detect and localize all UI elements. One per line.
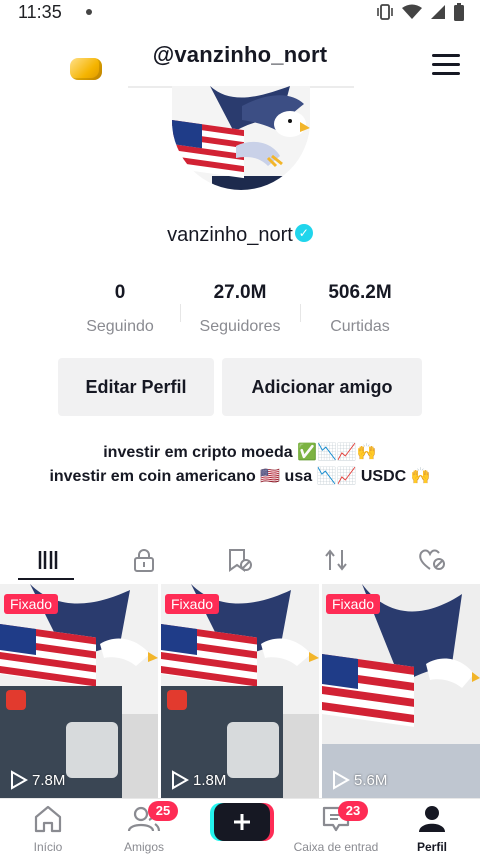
status-icons — [376, 3, 464, 21]
add-friend-button[interactable]: Adicionar amigo — [222, 358, 422, 416]
video-thumbnail[interactable]: Fixado 7.8M — [0, 584, 158, 798]
vibrate-icon — [377, 4, 393, 20]
view-count: 7.8M — [8, 770, 65, 790]
nav-profile-label: Perfil — [416, 840, 447, 854]
pinned-badge: Fixado — [4, 594, 59, 614]
grid-icon — [38, 551, 58, 569]
phone-image — [66, 722, 118, 778]
play-icon — [11, 770, 28, 790]
profile-stats: 0 Seguindo 27.0M Seguidores 506.2M Curti… — [60, 282, 420, 342]
view-count: 1.8M — [169, 770, 226, 790]
tab-saved[interactable] — [192, 538, 288, 582]
nav-friends-label: Amigos — [123, 840, 164, 854]
status-time: 11:35 — [18, 2, 62, 22]
friends-count-badge: 25 — [148, 801, 178, 821]
home-icon — [34, 805, 62, 833]
stat-value: 506.2M — [328, 282, 392, 303]
inbox-count-badge: 23 — [338, 801, 368, 821]
verified-badge-icon: ✓ — [294, 224, 313, 242]
content-tabs — [0, 538, 480, 582]
hamburger-menu-icon[interactable] — [432, 54, 460, 76]
create-button[interactable] — [214, 803, 270, 841]
profile-header: @vanzinho_nort — [0, 30, 480, 88]
nav-profile[interactable]: Perfil — [384, 799, 480, 854]
eagle-flag-avatar-image — [172, 86, 310, 190]
lock-icon — [134, 549, 154, 572]
signal-icon — [431, 5, 445, 19]
nav-inbox[interactable]: Caixa de entrad 23 — [288, 799, 384, 854]
stat-value: 0 — [114, 282, 126, 303]
stat-following[interactable]: 0 Seguindo — [60, 282, 180, 342]
stat-label: Seguidores — [199, 318, 281, 335]
active-tab-indicator — [18, 578, 74, 580]
tab-reposts[interactable] — [288, 538, 384, 582]
nav-home-label: Início — [33, 840, 63, 854]
eagle-flag-thumbnail-image — [322, 584, 480, 798]
status-bar: 11:35 — [0, 0, 480, 26]
play-icon — [172, 770, 189, 790]
username-row: vanzinho_nort ✓ — [0, 224, 480, 247]
battery-icon — [454, 3, 464, 21]
nav-inbox-label: Caixa de entrad — [293, 840, 379, 854]
profile-icon — [419, 806, 445, 832]
phone-image — [227, 722, 279, 778]
nav-friends[interactable]: Amigos 25 — [96, 799, 192, 854]
wifi-icon — [402, 4, 422, 19]
bio-line-2: investir em coin americano 🇺🇸 usa 📉📈 USD… — [49, 468, 431, 485]
stat-likes[interactable]: 506.2M Curtidas — [300, 282, 420, 342]
edit-profile-button[interactable]: Editar Perfil — [58, 358, 214, 416]
stat-followers[interactable]: 27.0M Seguidores — [180, 282, 300, 342]
view-count-value: 1.8M — [193, 771, 227, 789]
profile-bio: investir em cripto moeda ✅📉📈🙌 investir e… — [0, 444, 480, 486]
tab-liked[interactable] — [384, 538, 480, 582]
pinned-badge: Fixado — [326, 594, 381, 614]
repost-icon — [325, 549, 347, 571]
app-logo-icon — [167, 690, 187, 710]
notification-dot-icon — [86, 9, 92, 15]
video-thumbnail[interactable]: Fixado 1.8M — [161, 584, 319, 798]
tab-videos[interactable] — [0, 538, 96, 582]
pinned-badge: Fixado — [165, 594, 220, 614]
video-thumbnail[interactable]: Fixado 5.6M — [322, 584, 480, 798]
app-logo-icon — [6, 690, 26, 710]
view-count-value: 7.8M — [32, 771, 66, 789]
plus-icon — [234, 814, 250, 830]
view-count-value: 5.6M — [354, 771, 388, 789]
nav-home[interactable]: Início — [0, 799, 96, 854]
avatar[interactable] — [172, 86, 310, 190]
page-title[interactable]: @vanzinho_nort — [0, 42, 480, 68]
stat-value: 27.0M — [213, 282, 267, 303]
bookmark-hidden-icon — [229, 549, 252, 572]
tab-private[interactable] — [96, 538, 192, 582]
play-icon — [333, 770, 350, 790]
stat-label: Curtidas — [330, 318, 390, 335]
username: vanzinho_nort — [167, 224, 293, 246]
video-grid: Fixado 7.8M Fixado 1.8M Fixado 5.6M — [0, 584, 480, 798]
view-count: 5.6M — [330, 770, 387, 790]
nav-create[interactable] — [192, 799, 288, 854]
stat-label: Seguindo — [86, 318, 154, 335]
bio-line-1: investir em cripto moeda ✅📉📈🙌 — [103, 444, 377, 461]
liked-hidden-icon — [419, 549, 445, 570]
bottom-navigation: Início Amigos 25 Caixa de entrad 23 Perf… — [0, 798, 480, 854]
